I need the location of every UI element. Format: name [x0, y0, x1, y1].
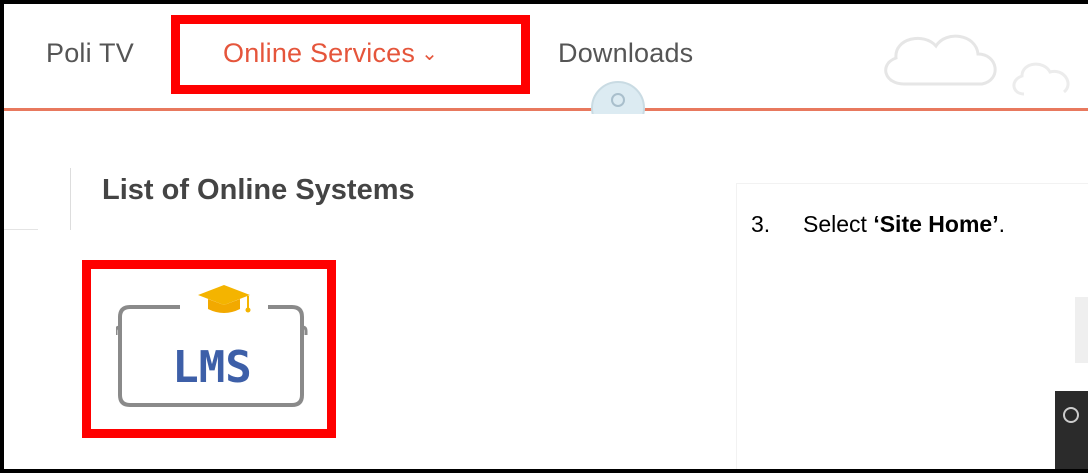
section-title: List of Online Systems — [102, 174, 415, 206]
step-prefix: Select — [803, 211, 874, 237]
instruction-step: 3. Select ‘Site Home’. — [751, 211, 1005, 238]
screenshot-frame: Poli TV Online Services ⌄ Downloads List … — [4, 4, 1088, 469]
divider-horizontal — [4, 229, 38, 230]
lms-link[interactable]: LMS — [114, 279, 308, 419]
step-target: ‘Site Home’ — [873, 211, 999, 237]
lms-label: LMS — [172, 342, 251, 393]
circle-icon — [1063, 407, 1079, 423]
top-nav: Poli TV Online Services ⌄ Downloads — [4, 4, 1088, 114]
lms-logo-graphic: LMS — [114, 285, 308, 407]
highlight-online-services — [171, 15, 530, 94]
partial-dark-bar — [1055, 391, 1088, 469]
nav-downloads[interactable]: Downloads — [558, 38, 693, 69]
partial-button — [1075, 297, 1088, 363]
step-suffix: . — [998, 211, 1005, 237]
graduation-cap-icon — [198, 285, 251, 313]
step-number: 3. — [751, 211, 771, 237]
nav-poli-tv[interactable]: Poli TV — [46, 38, 134, 69]
instruction-panel: 3. Select ‘Site Home’. — [737, 184, 1088, 469]
divider-vertical — [70, 168, 71, 230]
